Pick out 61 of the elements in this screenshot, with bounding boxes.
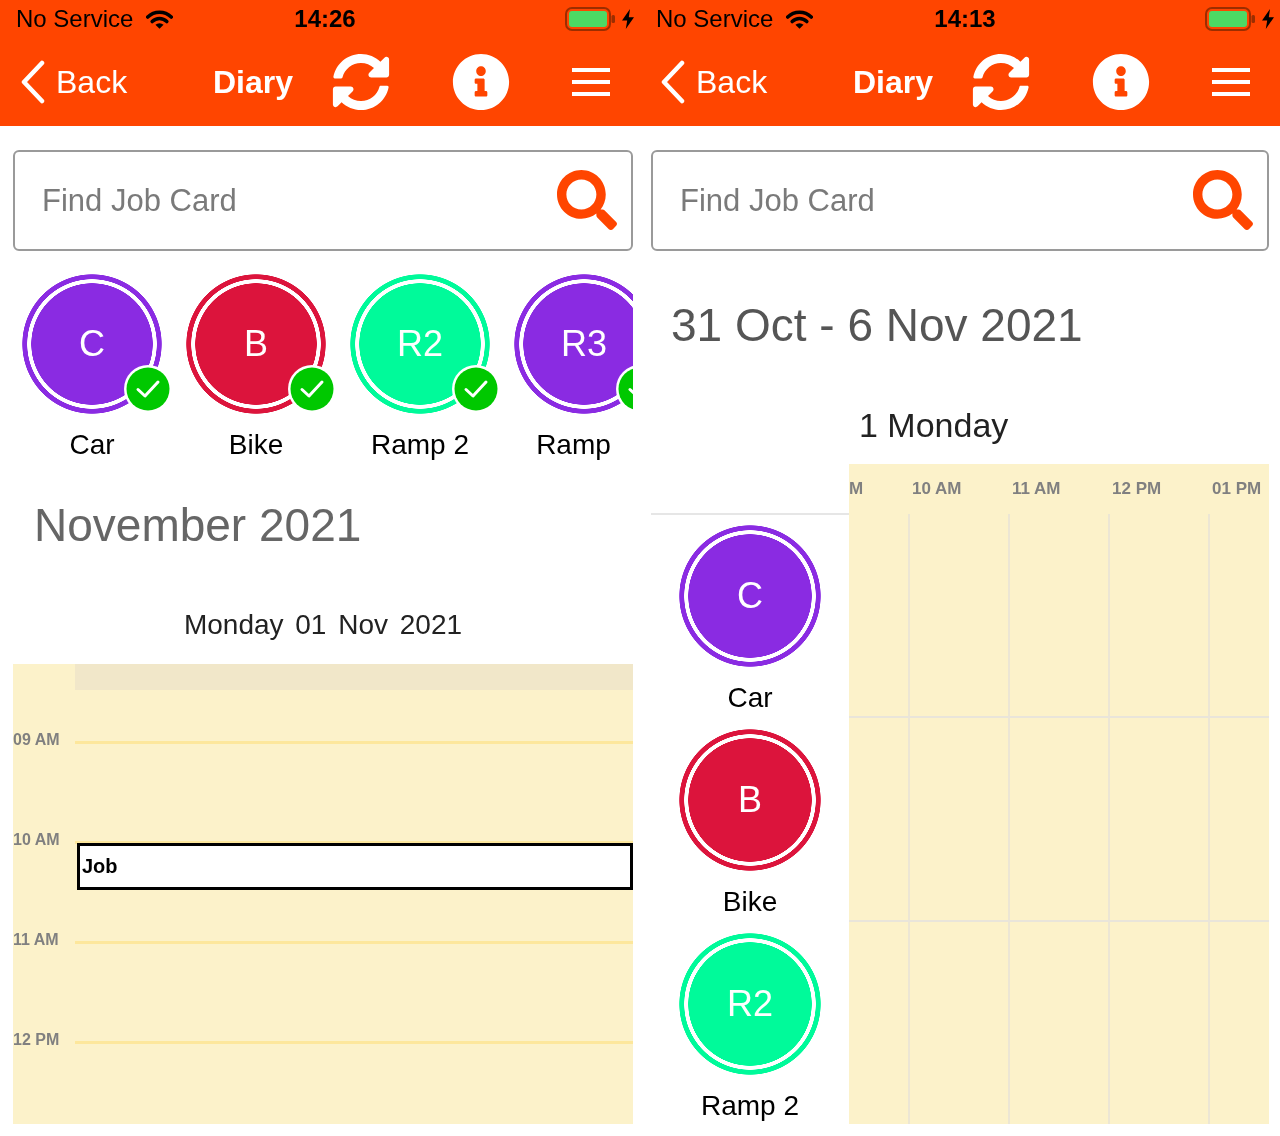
resource-name: Car — [727, 681, 773, 715]
resource-name: Ramp 2 — [700, 1089, 799, 1123]
search-icon — [557, 170, 617, 230]
search-field[interactable]: Find Job Card — [13, 150, 633, 251]
refresh-button[interactable] — [332, 53, 390, 111]
chevron-left-icon — [20, 60, 46, 104]
refresh-button[interactable] — [972, 53, 1030, 111]
resource-name: Bike — [722, 885, 778, 919]
hour-label: 12 PM — [13, 1031, 60, 1049]
wifi-icon — [146, 8, 174, 30]
nav-title: Diary — [853, 63, 934, 101]
info-icon — [452, 53, 510, 111]
info-button[interactable] — [1092, 53, 1150, 111]
info-icon — [1092, 53, 1150, 111]
menu-button[interactable] — [572, 67, 610, 97]
time-label: 01 PM — [1212, 479, 1262, 499]
resource-avatar: R2 — [679, 933, 821, 1075]
resource-name: Ramp 2 — [369, 428, 470, 462]
calendar-event[interactable]: Job — [77, 843, 633, 890]
resource-name: Bike — [227, 428, 285, 462]
date-range-title: 31 Oct - 6 Nov 2021 — [670, 298, 1084, 352]
month-title: November 2021 — [33, 498, 363, 552]
day-title: Monday 01 Nov 2021 — [182, 608, 464, 642]
battery-icon — [1205, 7, 1255, 31]
charging-bolt-icon — [622, 9, 634, 29]
back-button[interactable]: Back — [20, 60, 128, 104]
search-icon — [1193, 170, 1253, 230]
resource-avatar: B — [679, 729, 821, 871]
chevron-left-icon — [660, 60, 686, 104]
resource-name: Car — [68, 428, 116, 462]
status-time: 14:13 — [934, 5, 996, 33]
resource-avatar[interactable]: C — [22, 274, 162, 414]
wifi-icon — [786, 8, 814, 30]
charging-bolt-icon — [1262, 9, 1274, 29]
menu-icon — [1212, 67, 1250, 97]
time-label: 11 AM — [1012, 479, 1061, 499]
carrier-text: No Service — [656, 5, 774, 33]
time-label: 10 AM — [912, 479, 962, 499]
battery-icon — [565, 7, 615, 31]
day-title: 1 Monday — [858, 405, 1010, 445]
search-field[interactable]: Find Job Card — [651, 150, 1269, 251]
search-button[interactable] — [557, 170, 617, 230]
search-button[interactable] — [1193, 170, 1253, 230]
info-button[interactable] — [452, 53, 510, 111]
menu-icon — [572, 67, 610, 97]
status-time: 14:26 — [294, 5, 356, 33]
back-button[interactable]: Back — [660, 60, 768, 104]
hour-label: 09 AM — [13, 731, 60, 749]
menu-button[interactable] — [1212, 67, 1250, 97]
nav-title: Diary — [213, 63, 294, 101]
resource-avatar[interactable]: R3 — [514, 274, 633, 414]
time-label: M — [849, 479, 864, 499]
refresh-icon — [972, 53, 1030, 111]
time-label: 12 PM — [1112, 479, 1162, 499]
resource-name: Ramp — [535, 428, 612, 462]
carrier-text: No Service — [16, 5, 134, 33]
refresh-icon — [332, 53, 390, 111]
hour-label: 10 AM — [13, 831, 60, 849]
resource-avatar: C — [679, 525, 821, 667]
resource-avatar[interactable]: B — [186, 274, 326, 414]
hour-label: 11 AM — [13, 931, 59, 949]
